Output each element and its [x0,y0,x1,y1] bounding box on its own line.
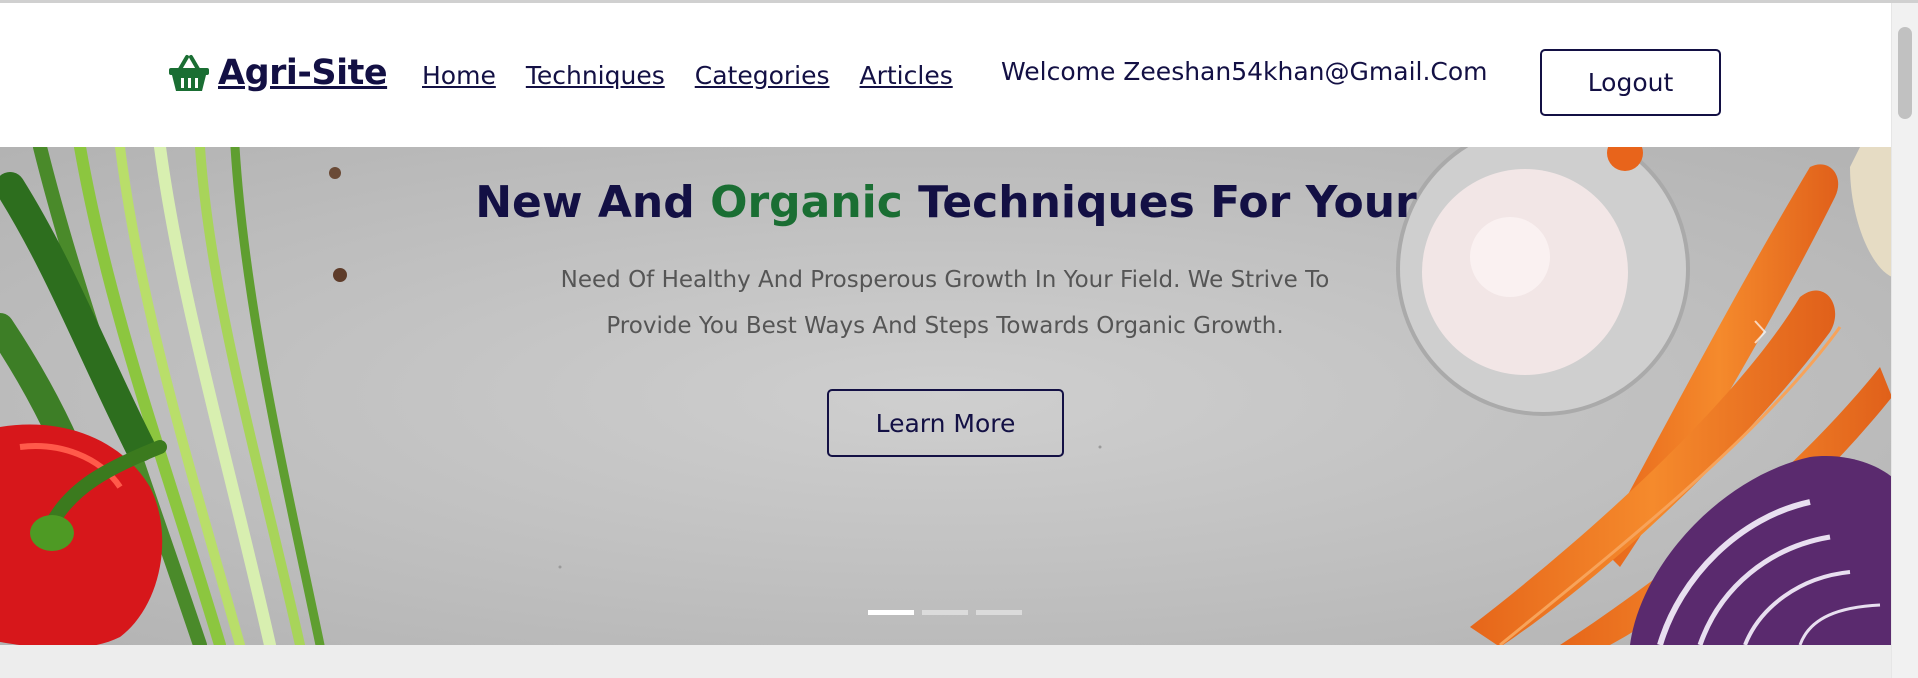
site-header: Agri-Site Home Techniques Categories Art… [0,3,1892,147]
nav-techniques-link[interactable]: Techniques [526,61,665,90]
brand-name[interactable]: Agri-Site [218,53,388,93]
hero-description: Need Of Healthy And Prosperous Growth In… [510,257,1380,349]
hero-description-line2: Provide You Best Ways And Steps Towards … [606,313,1284,339]
scrollbar-thumb[interactable] [1898,27,1912,119]
hero-title-part2: Techniques For Your [902,177,1417,228]
nav-articles-link[interactable]: Articles [860,61,953,90]
carousel-next-control[interactable] [1740,297,1780,367]
hero-carousel: New And Organic Techniques For Your Need… [0,147,1892,645]
learn-more-button[interactable]: Learn More [827,389,1064,457]
nav-categories-link[interactable]: Categories [695,61,830,90]
carousel-indicator-3[interactable] [976,610,1022,615]
carousel-indicator-2[interactable] [922,610,968,615]
chevron-right-icon [1754,320,1767,344]
carousel-indicators [868,610,1022,615]
brand-logo-link[interactable]: Agri-Site [168,53,388,93]
logout-button[interactable]: Logout [1540,49,1721,116]
hero-description-line1: Need Of Healthy And Prosperous Growth In… [560,267,1330,293]
hero-title: New And Organic Techniques For Your [0,177,1892,228]
hero-title-part1: New And [475,177,711,228]
hero-title-accent: Organic [710,177,903,228]
nav-home-link[interactable]: Home [422,61,496,90]
shopping-basket-icon [169,55,209,91]
main-nav: Home Techniques Categories Articles [422,61,953,90]
carousel-indicator-1[interactable] [868,610,914,615]
page-scrollbar[interactable] [1891,3,1918,678]
welcome-message: Welcome Zeeshan54khan@Gmail.Com [1001,57,1488,86]
